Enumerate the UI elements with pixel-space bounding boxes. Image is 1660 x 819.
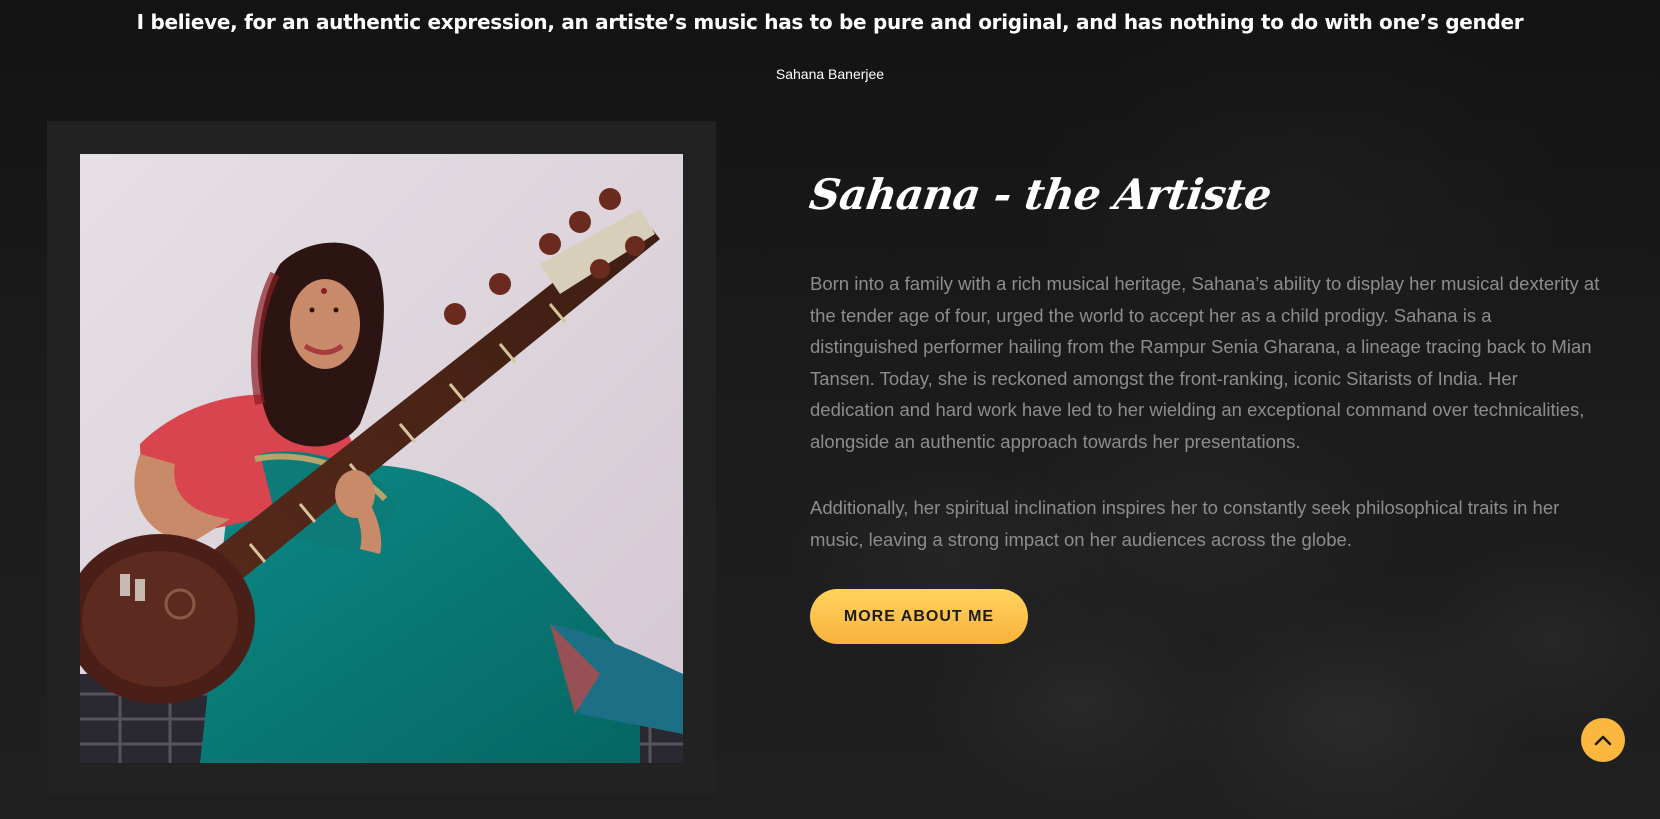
scroll-to-top-button[interactable] <box>1581 718 1625 762</box>
artist-photo-frame <box>47 121 716 795</box>
quote-text: I believe, for an authentic expression, … <box>136 10 1524 34</box>
quote-author: Sahana Banerjee <box>775 66 885 82</box>
more-about-me-button[interactable]: More About Me <box>810 589 1028 644</box>
section-title: Sahana - the Artiste <box>806 170 1275 219</box>
chevron-up-icon <box>1594 731 1612 750</box>
about-paragraph-1: Born into a family with a rich musical h… <box>810 273 1600 452</box>
artist-photo <box>80 154 683 763</box>
about-section: Sahana - the Artiste Born into a family … <box>807 170 1610 644</box>
about-paragraph-2: Additionally, her spiritual inclination … <box>810 497 1560 550</box>
